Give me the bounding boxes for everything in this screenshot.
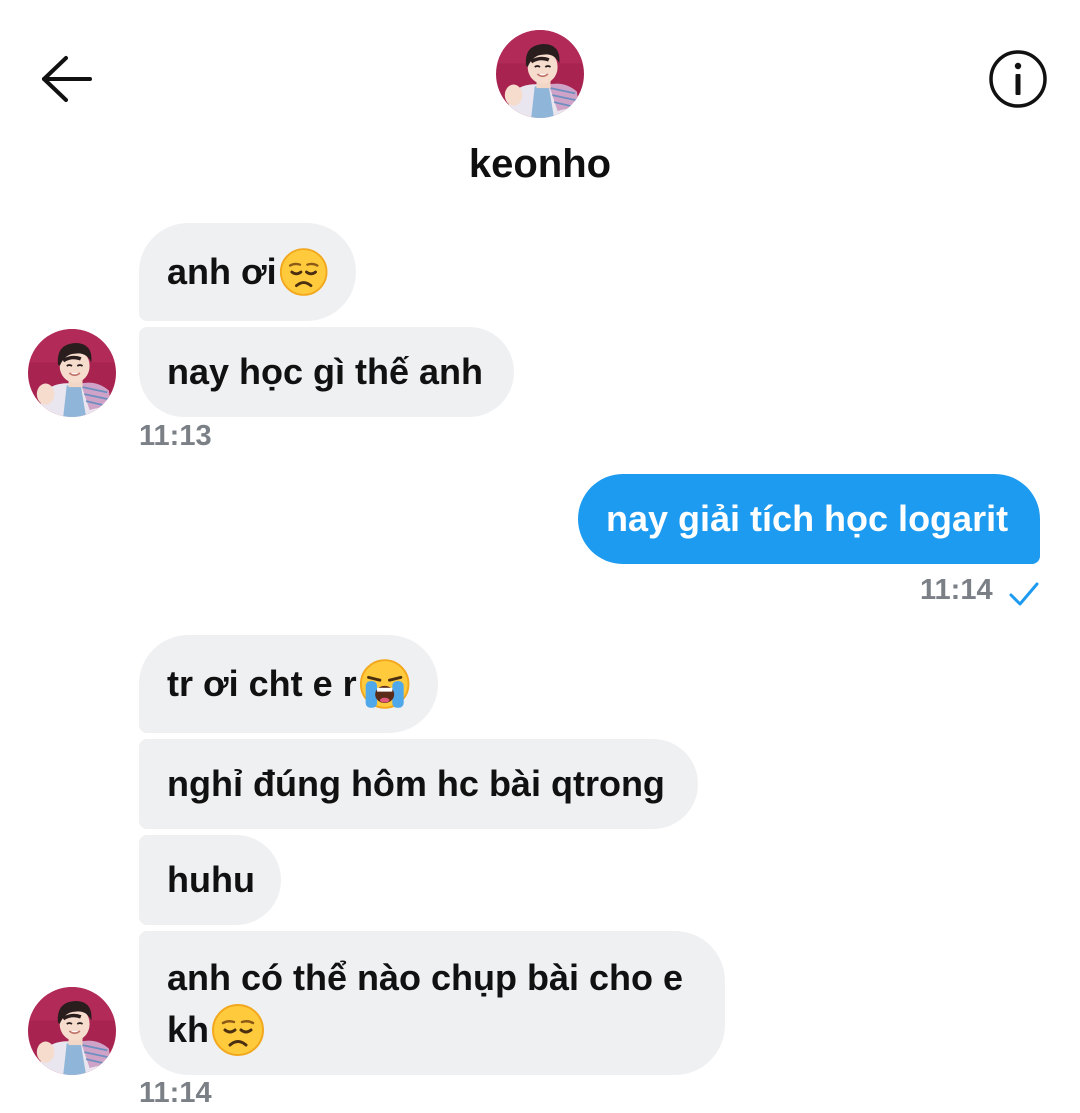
incoming-message[interactable]: nay học gì thế anh (139, 327, 514, 417)
disappointed-face-icon (279, 247, 328, 297)
message-timestamp: 11:13 (139, 420, 212, 452)
outgoing-message[interactable]: nay giải tích học logarit (578, 474, 1040, 564)
message-timestamp: 11:14 (139, 1077, 212, 1109)
incoming-message[interactable]: huhu (139, 835, 281, 925)
contact-name[interactable]: keonho (0, 140, 1080, 188)
message-text: nay học gì thế anh (167, 351, 484, 392)
incoming-message[interactable]: tr ơi cht e r (139, 635, 438, 733)
incoming-message[interactable]: anh ơi (139, 223, 356, 321)
message-text: nghỉ đúng hôm hc bài qtrong (167, 763, 665, 804)
info-button[interactable] (988, 49, 1048, 109)
disappointed-face-icon (211, 1003, 265, 1057)
incoming-message[interactable]: anh có thể nào chụp bài cho e kh (139, 931, 725, 1075)
message-text: anh ơi (167, 251, 277, 292)
contact-avatar[interactable] (496, 30, 584, 118)
message-text: huhu (167, 859, 255, 900)
arrow-left-icon (42, 56, 92, 102)
message-text: kh (167, 1009, 210, 1050)
message-text-line: kh (167, 1003, 697, 1057)
message-text: tr ơi cht e r (167, 663, 357, 704)
sender-avatar[interactable] (28, 987, 116, 1075)
sent-check-icon (1009, 582, 1039, 606)
info-circle-icon (989, 50, 1047, 108)
incoming-message[interactable]: nghỉ đúng hôm hc bài qtrong (139, 739, 698, 829)
back-button[interactable] (36, 52, 96, 106)
loudly-crying-face-icon (359, 658, 410, 710)
message-text-line: anh có thể nào chụp bài cho e (167, 957, 684, 998)
chat-screen: keonho anh ơi nay học gì thế anh 11:13 n… (0, 0, 1080, 1113)
message-timestamp: 11:14 (920, 574, 993, 606)
message-text: nay giải tích học logarit (606, 498, 1009, 539)
sender-avatar[interactable] (28, 329, 116, 417)
